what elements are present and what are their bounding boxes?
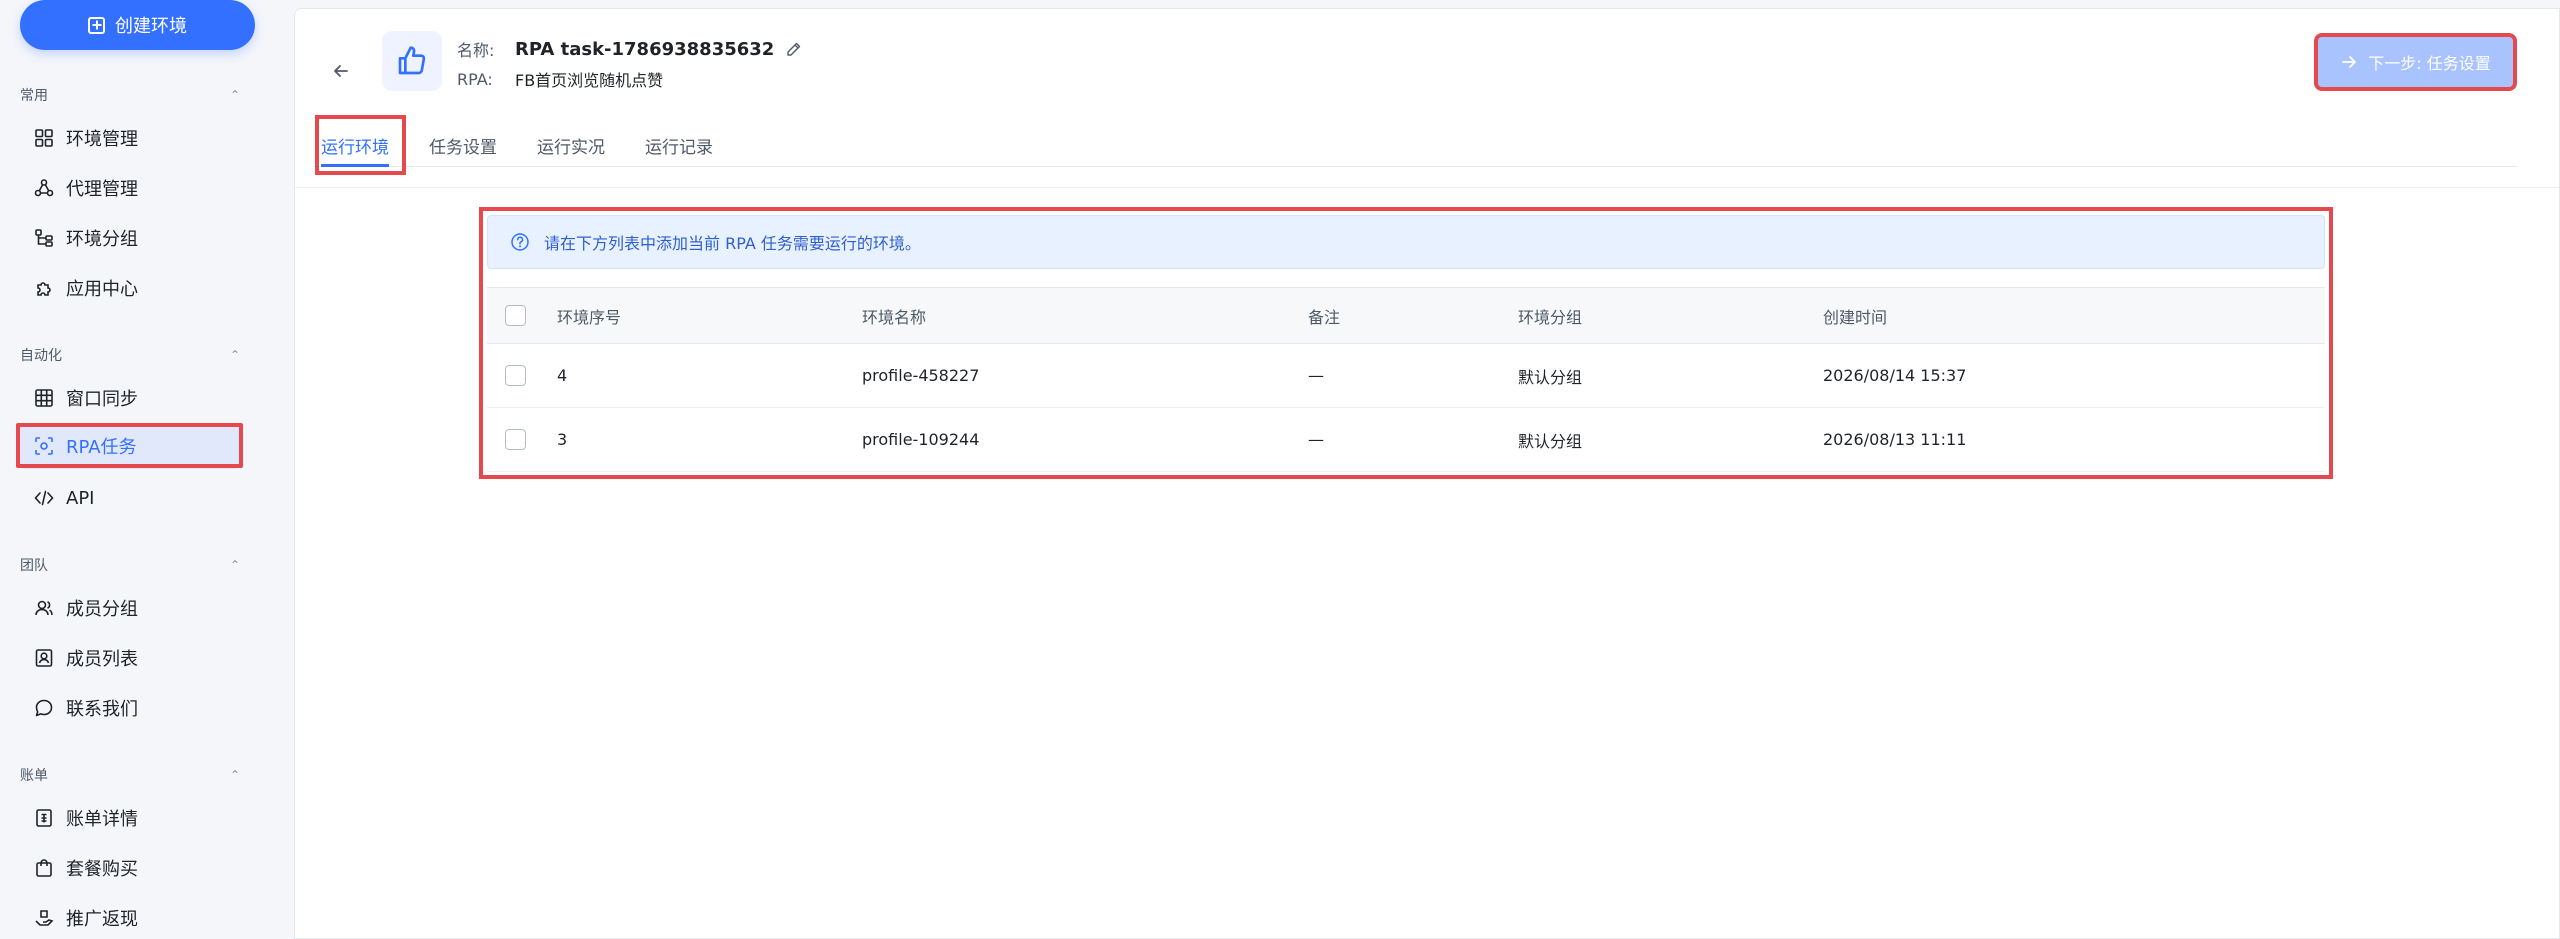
arrow-right-icon [2342,56,2357,68]
name-label: 名称: [457,41,495,60]
task-name: RPA task-1786938835632 [515,38,775,60]
tab-run-records[interactable]: 运行记录 [645,119,713,167]
sidebar-item-contact-us[interactable]: 联系我们 [20,685,240,731]
select-all-checkbox[interactable] [505,305,526,326]
rpa-value: FB首页浏览随机点赞 [515,71,664,90]
rpa-label: RPA: [457,69,493,89]
users-icon [35,600,53,616]
cell-created-time: 2026/08/13 11:11 [1823,407,2325,472]
section-header-team[interactable]: 团队 ⌃ [20,552,240,578]
chevron-up-icon: ⌃ [229,88,240,102]
rpa-row: RPA: FB首页浏览随机点赞 [457,67,663,91]
table-grid-icon [35,389,53,407]
grid-icon [35,129,53,147]
table-row[interactable]: 4 profile-458227 — 默认分组 2026/08/14 15:37 [487,343,2325,408]
cell-env-number: 3 [557,407,862,472]
section-header-common[interactable]: 常用 ⌃ [20,82,240,108]
chevron-up-icon: ⌃ [229,348,240,362]
sidebar-item-app-center[interactable]: 应用中心 [20,265,240,311]
section-header-automation[interactable]: 自动化 ⌃ [20,342,240,368]
divider [295,187,2559,188]
sidebar-item-env-management[interactable]: 环境管理 [20,115,240,161]
col-created-time: 创建时间 [1823,287,2325,344]
cell-env-number: 4 [557,343,862,408]
environment-table: 环境序号 环境名称 备注 环境分组 创建时间 4 profile-458227 … [487,287,2325,472]
sidebar-item-window-sync[interactable]: 窗口同步 [20,375,240,421]
row-checkbox[interactable] [505,429,526,450]
create-environment-label: 创建环境 [115,16,187,37]
help-circle-icon [511,233,529,251]
cell-env-name: profile-109244 [862,407,1308,472]
sidebar-item-api[interactable]: API [20,475,240,521]
table-row[interactable]: 3 profile-109244 — 默认分组 2026/08/13 11:11 [487,407,2325,472]
cell-created-time: 2026/08/14 15:37 [1823,343,2325,408]
cell-note: — [1308,343,1518,408]
cell-env-name: profile-458227 [862,343,1308,408]
environment-card: 请在下方列表中添加当前 RPA 任务需要运行的环境。 环境序号 环境名称 备注 … [479,207,2333,479]
col-env-name: 环境名称 [862,287,1308,344]
network-icon [34,179,54,197]
plus-square-icon [88,16,105,34]
col-note: 备注 [1308,287,1518,344]
cell-env-group: 默认分组 [1518,407,1823,472]
highlight-box-rpa [16,423,243,468]
code-icon [34,490,54,506]
sidebar-item-proxy-management[interactable]: 代理管理 [20,165,240,211]
gift-hand-icon [35,910,54,926]
sidebar-item-plan-purchase[interactable]: 套餐购买 [20,845,240,891]
back-arrow-icon[interactable] [331,61,351,81]
sidebar-item-billing-details[interactable]: 账单详情 [20,795,240,841]
section-header-billing[interactable]: 账单 ⌃ [20,762,240,788]
col-env-number: 环境序号 [557,287,862,344]
tree-icon [35,229,53,247]
sidebar: 创建环境 常用 ⌃ 环境管理 代理管理 环境分组 应用中心 自动化 ⌃ 窗口同步… [0,0,294,939]
table-header-row: 环境序号 环境名称 备注 环境分组 创建时间 [487,287,2325,344]
highlight-box-tab [315,115,406,175]
tab-live-status[interactable]: 运行实况 [537,119,605,167]
task-tabs: 运行环境 任务设置 运行实况 运行记录 [313,119,2517,167]
shopping-bag-icon [36,859,52,877]
info-notice: 请在下方列表中添加当前 RPA 任务需要运行的环境。 [487,215,2325,269]
sidebar-item-referral-cashback[interactable]: 推广返现 [20,895,240,939]
sidebar-item-env-groups[interactable]: 环境分组 [20,215,240,261]
task-name-row: 名称: RPA task-1786938835632 [457,37,802,61]
edit-pencil-icon[interactable] [786,41,802,57]
next-step-button[interactable]: 下一步: 任务设置 [2318,37,2513,87]
main-panel: 名称: RPA task-1786938835632 RPA: FB首页浏览随机… [294,8,2560,939]
thumbs-up-icon [398,46,426,75]
task-thumb-icon-container [382,31,442,91]
cell-env-group: 默认分组 [1518,343,1823,408]
row-checkbox[interactable] [505,365,526,386]
sidebar-item-member-list[interactable]: 成员列表 [20,635,240,681]
col-env-group: 环境分组 [1518,287,1823,344]
sidebar-item-member-groups[interactable]: 成员分组 [20,585,240,631]
chat-bubble-icon [35,699,53,717]
notice-text: 请在下方列表中添加当前 RPA 任务需要运行的环境。 [544,234,921,253]
puzzle-icon [37,282,51,296]
chevron-up-icon: ⌃ [229,768,240,782]
receipt-icon [36,809,52,827]
contact-card-icon [35,649,53,667]
tab-task-settings[interactable]: 任务设置 [429,119,497,167]
cell-note: — [1308,407,1518,472]
create-environment-button[interactable]: 创建环境 [20,0,255,50]
chevron-up-icon: ⌃ [229,558,240,572]
